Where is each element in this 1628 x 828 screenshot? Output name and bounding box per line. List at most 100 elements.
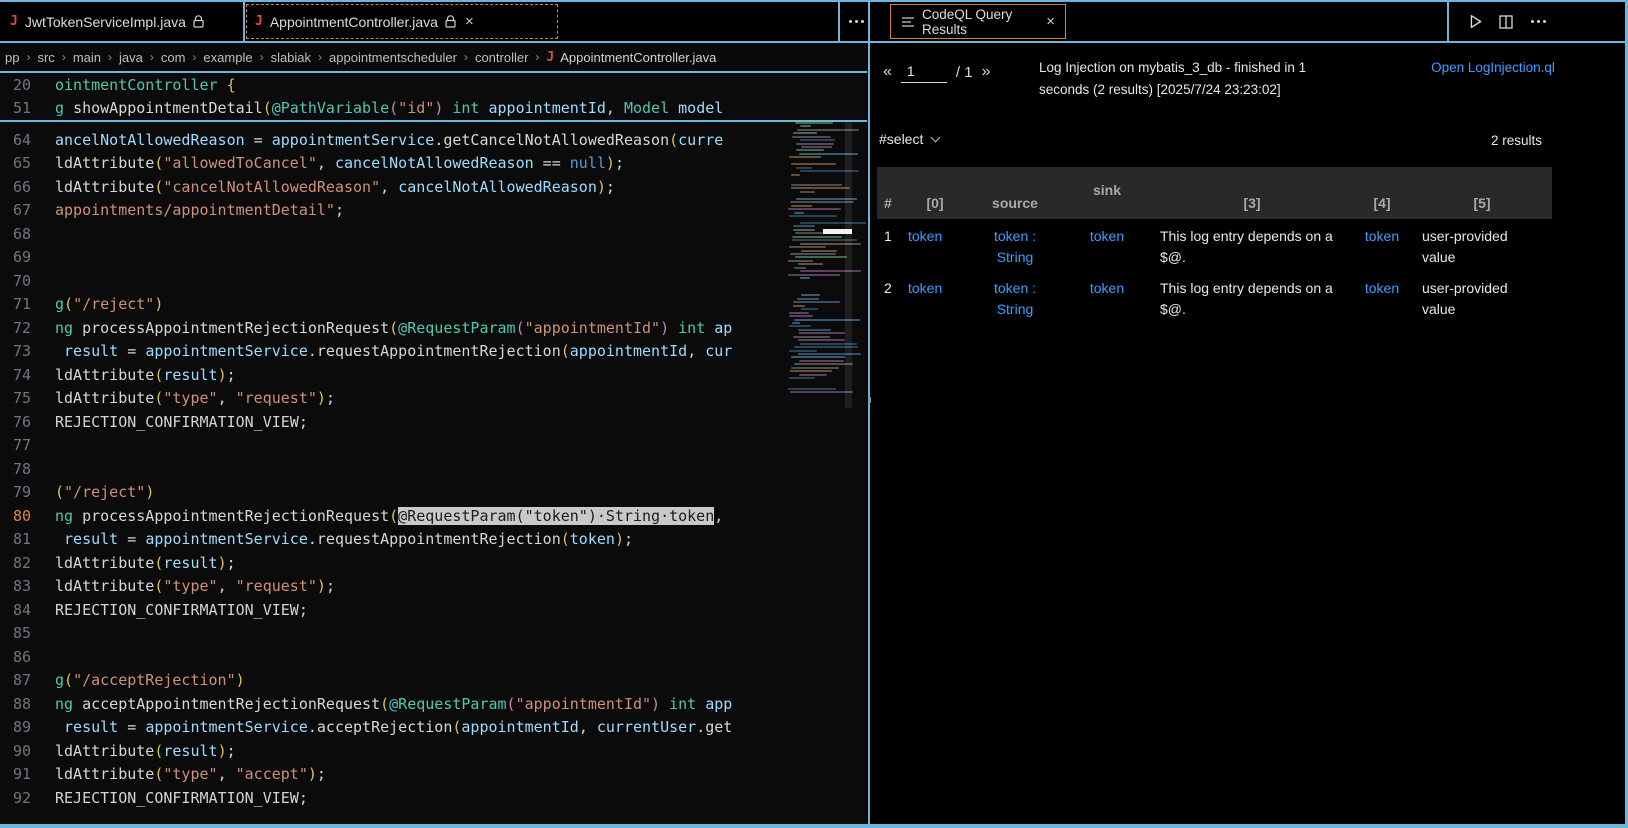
minimap-line (796, 166, 812, 169)
line-number: 20 (12, 75, 31, 94)
minimap-line (793, 132, 818, 135)
breadcrumb-item[interactable]: example (203, 50, 252, 65)
result-location-link[interactable]: token : String (968, 271, 1062, 323)
code-line[interactable]: 20 ointmentController { (0, 73, 867, 97)
code-line[interactable]: 69 (0, 246, 867, 270)
code-line[interactable]: 88 ng acceptAppointmentRejectionRequest(@… (0, 692, 867, 716)
code-line[interactable]: 89 result = appointmentService.acceptRej… (0, 716, 867, 740)
minimap-line (791, 366, 839, 369)
breadcrumb-file[interactable]: J AppointmentController.java (546, 50, 716, 65)
breadcrumb-separator: › (61, 50, 66, 64)
line-number: 69 (12, 248, 31, 267)
result-location-link[interactable]: token (1062, 271, 1152, 323)
line-number: 66 (12, 177, 31, 196)
column-header-3[interactable]: [3] (1152, 167, 1352, 219)
run-query-button[interactable] (1460, 2, 1490, 41)
code-line[interactable]: 65 ldAttribute("allowedToCancel", cancelN… (0, 152, 867, 176)
column-header-4[interactable]: [4] (1352, 167, 1412, 219)
column-header-0[interactable]: [0] (902, 167, 968, 219)
breadcrumb-item[interactable]: appointmentscheduler (329, 50, 457, 65)
code-line[interactable]: 76 REJECTION_CONFIRMATION_VIEW; (0, 410, 867, 434)
code-line[interactable]: 72 ng processAppointmentRejectionRequest(… (0, 316, 867, 340)
code-line[interactable]: 68 (0, 222, 867, 246)
close-tab-icon[interactable]: × (465, 14, 474, 29)
code-line[interactable]: 67 appointments/appointmentDetail"; (0, 199, 867, 223)
breadcrumb-item[interactable]: com (161, 50, 186, 65)
minimap[interactable] (788, 77, 866, 397)
first-page-button[interactable]: « (883, 63, 892, 81)
minimap-line (789, 349, 817, 352)
line-number: 73 (12, 342, 31, 361)
result-cell: This log entry depends on a $@. (1160, 280, 1333, 317)
last-page-button[interactable]: » (982, 63, 991, 81)
code-editor[interactable]: 20 ointmentController {51 g showAppointmen… (0, 73, 867, 824)
breadcrumb-item[interactable]: pp (5, 50, 19, 65)
split-editor-button[interactable] (1492, 2, 1520, 41)
column-header-source[interactable]: source (968, 167, 1062, 219)
code-line[interactable]: 66 ldAttribute("cancelNotAllowedReason", … (0, 175, 867, 199)
open-query-file-link[interactable]: Open LogInjection.ql (1429, 57, 1557, 79)
close-tab-icon[interactable]: × (1046, 14, 1055, 29)
code-line[interactable]: 77 (0, 434, 867, 458)
minimap-line (795, 121, 833, 124)
code-line[interactable]: 73 result = appointmentService.requestAp… (0, 340, 867, 364)
code-line[interactable]: 78 (0, 457, 867, 481)
code-line[interactable]: 51 g showAppointmentDetail(@PathVariable(… (0, 97, 867, 121)
code-line[interactable]: 82 ldAttribute(result); (0, 551, 867, 575)
breadcrumb-item[interactable]: main (73, 50, 101, 65)
line-number: 76 (12, 412, 31, 431)
code-line[interactable]: 91 ldAttribute("type", "accept"); (0, 763, 867, 787)
breadcrumb-item[interactable]: java (119, 50, 143, 65)
editor-group-separator[interactable] (868, 2, 870, 824)
result-location-link[interactable]: token : String (968, 219, 1062, 271)
code-line[interactable]: 83 ldAttribute("type", "request"); (0, 575, 867, 599)
tab-codeql-query-results[interactable]: CodeQL Query Results × (890, 4, 1066, 39)
result-location-link[interactable]: token (1062, 219, 1152, 271)
code-line[interactable]: 85 (0, 622, 867, 646)
result-location-link[interactable]: token (902, 219, 968, 271)
panel-more-actions-button[interactable] (1522, 2, 1554, 41)
code-line[interactable]: 84 REJECTION_CONFIRMATION_VIEW; (0, 598, 867, 622)
code-text: ancelNotAllowedReason = appointmentServi… (55, 130, 724, 149)
minimap-line (791, 187, 851, 190)
code-line[interactable]: 80 ng processAppointmentRejectionRequest(… (0, 504, 867, 528)
minimap-line (790, 390, 853, 393)
minimap-line (789, 246, 826, 249)
breadcrumb-item[interactable]: src (37, 50, 54, 65)
column-header-sink[interactable]: sink (1062, 167, 1152, 219)
code-text: ldAttribute(result); (55, 741, 236, 760)
page-number-input[interactable] (900, 61, 947, 83)
sticky-scroll[interactable]: 20 ointmentController {51 g showAppointmen… (0, 73, 867, 122)
code-area[interactable]: 64 ancelNotAllowedReason = appointmentSer… (0, 128, 867, 810)
line-number: 72 (12, 318, 31, 337)
editor-group-more-actions-button[interactable] (840, 2, 872, 41)
code-line[interactable]: 79 ("/reject") (0, 481, 867, 505)
line-number: 90 (12, 741, 31, 760)
result-location-link[interactable]: token (1352, 219, 1412, 271)
code-line[interactable]: 75 ldAttribute("type", "request"); (0, 387, 867, 411)
breadcrumb-item[interactable]: controller (475, 50, 528, 65)
code-line[interactable]: 90 ldAttribute(result); (0, 739, 867, 763)
result-location-link[interactable]: token (1352, 271, 1412, 323)
code-line[interactable]: 70 (0, 269, 867, 293)
editor-scrollbar[interactable] (845, 80, 852, 408)
minimap-line (801, 294, 821, 297)
play-icon (1470, 15, 1481, 28)
column-header-[interactable]: # (877, 167, 902, 219)
column-header-5[interactable]: [5] (1412, 167, 1552, 219)
breadcrumb-item[interactable]: slabiak (271, 50, 311, 65)
code-line[interactable]: 92 REJECTION_CONFIRMATION_VIEW; (0, 786, 867, 810)
line-number: 92 (12, 788, 31, 807)
select-dropdown[interactable]: #select (879, 131, 941, 147)
tab-appointmentcontroller[interactable]: J AppointmentController.java × (245, 2, 560, 41)
result-location-link[interactable]: token (902, 271, 968, 323)
tab-jwttokenserviceimpl[interactable]: J JwtTokenServiceImpl.java (0, 2, 243, 41)
code-line[interactable]: 74 ldAttribute(result); (0, 363, 867, 387)
code-line[interactable]: 71 g("/reject") (0, 293, 867, 317)
code-line[interactable]: 81 result = appointmentService.requestAp… (0, 528, 867, 552)
code-line[interactable]: 64 ancelNotAllowedReason = appointmentSer… (0, 128, 867, 152)
line-number: 85 (12, 624, 31, 643)
code-line[interactable]: 87 g("/acceptRejection") (0, 669, 867, 693)
code-line[interactable]: 86 (0, 645, 867, 669)
java-file-icon: J (255, 14, 263, 29)
